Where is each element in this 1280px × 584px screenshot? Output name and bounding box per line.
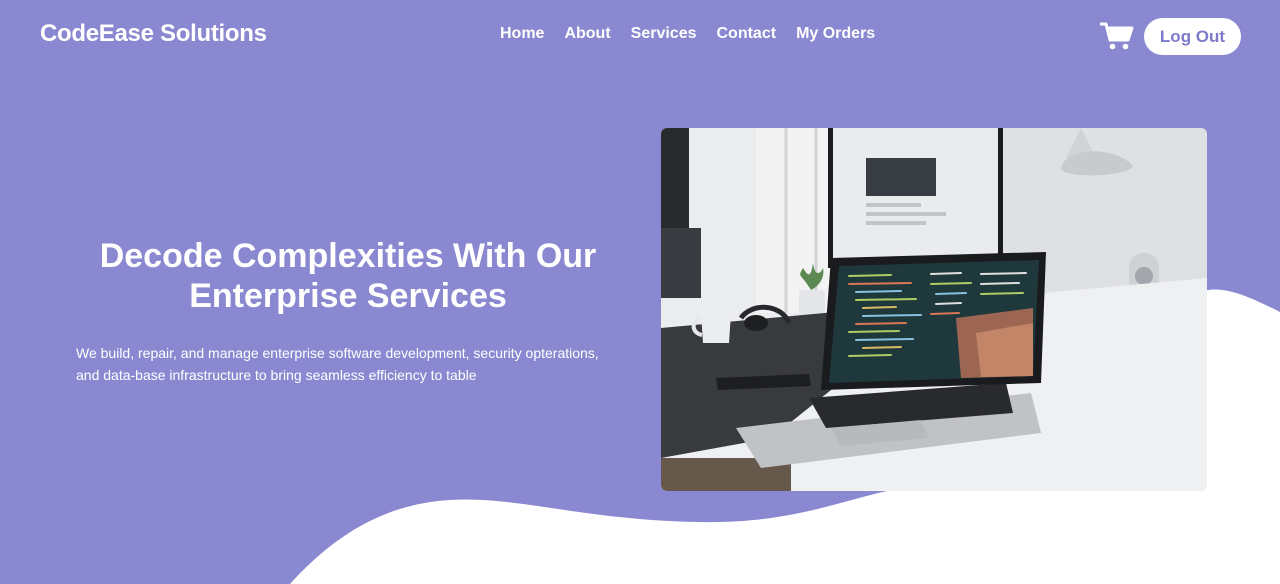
nav-contact-link[interactable]: Contact (707, 23, 787, 44)
brand-logo[interactable]: CodeEase Solutions (40, 20, 267, 48)
top-navbar: CodeEase Solutions Home About Services C… (0, 0, 1280, 72)
hero-description-line-2: and data-base infrastructure to bring se… (76, 367, 477, 383)
hero-description: We build, repair, and manage enterprise … (76, 342, 636, 386)
nav-services-link[interactable]: Services (621, 23, 707, 44)
hero-title-line-1: Decode Complexities With Our (99, 237, 597, 275)
hero-title-line-2: Enterprise Services (189, 277, 507, 315)
nav-menu: Home About Services Contact My Orders (490, 25, 885, 43)
nav-home-link[interactable]: Home (490, 23, 554, 44)
logout-button[interactable]: Log Out (1144, 18, 1241, 55)
hero-image-laptop (661, 128, 1207, 491)
hero-description-line-1: We build, repair, and manage enterprise … (76, 345, 599, 361)
hero-title: Decode Complexities With Our Enterprise … (60, 236, 636, 316)
nav-about-link[interactable]: About (554, 23, 620, 44)
hero-text-section: Decode Complexities With Our Enterprise … (60, 236, 636, 386)
nav-my-orders-link[interactable]: My Orders (786, 23, 885, 44)
shopping-cart-icon[interactable] (1099, 21, 1134, 51)
